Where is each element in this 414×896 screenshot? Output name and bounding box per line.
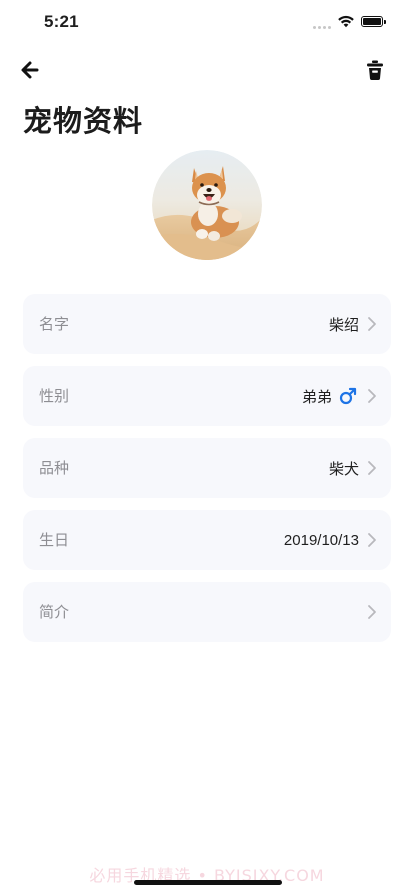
page-title: 宠物资料	[23, 104, 144, 138]
row-value: 2019/10/13	[283, 531, 359, 549]
chevron-right-icon	[368, 605, 376, 619]
chevron-right-icon	[368, 461, 376, 475]
info-row-bio[interactable]: 简介	[23, 582, 391, 642]
row-label: 性别	[39, 387, 70, 405]
info-row-gender[interactable]: 性别 弟弟	[23, 366, 391, 426]
row-label: 品种	[39, 459, 70, 477]
chevron-right-icon	[368, 317, 376, 331]
wifi-icon	[338, 15, 354, 28]
info-row-name[interactable]: 名字 柴绍	[23, 294, 391, 354]
home-indicator	[134, 880, 282, 885]
row-value: 弟弟	[301, 388, 332, 406]
row-label: 名字	[39, 315, 70, 333]
chevron-right-icon	[368, 389, 376, 403]
row-value: 柴犬	[328, 460, 359, 478]
status-time: 5:21	[44, 12, 79, 31]
info-row-birthday[interactable]: 生日 2019/10/13	[23, 510, 391, 570]
pet-avatar[interactable]	[152, 150, 262, 260]
pet-info-list: 名字 柴绍 性别 弟弟 品种 柴犬 生日 2019/10/13 简介	[23, 294, 391, 654]
trash-icon[interactable]	[363, 58, 387, 82]
info-row-breed[interactable]: 品种 柴犬	[23, 438, 391, 498]
row-value: 柴绍	[328, 316, 359, 334]
cellular-signal-icon	[313, 26, 331, 29]
chevron-right-icon	[368, 533, 376, 547]
battery-icon	[361, 16, 386, 27]
back-arrow-icon[interactable]	[18, 58, 44, 82]
row-label: 简介	[39, 603, 70, 621]
status-bar: 5:21	[0, 0, 414, 47]
pet-profile-screen: 5:21 宠物资料 名字 柴绍 性别 弟弟 品种 柴犬 生日 2019/10/1…	[0, 0, 414, 896]
male-icon	[339, 387, 357, 405]
row-label: 生日	[39, 531, 70, 549]
